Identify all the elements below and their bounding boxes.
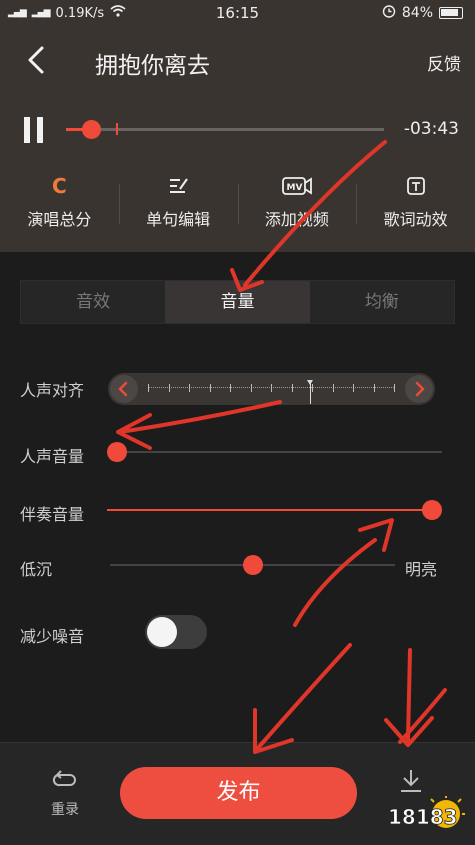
- watermark-logo: 18183: [386, 796, 466, 836]
- annotation-arrow: [118, 400, 282, 434]
- vocal-volume-label: 人声音量: [20, 447, 85, 466]
- playback-progress-knob[interactable]: [81, 120, 101, 139]
- tab-sound-effect[interactable]: 音效: [21, 281, 165, 323]
- edit-line-icon: [119, 172, 238, 200]
- tool-lyrics-effect[interactable]: 歌词动效: [356, 172, 475, 242]
- battery-percent: 84%: [401, 5, 433, 21]
- player-bar: -03:43: [0, 110, 475, 150]
- align-scale-tick: [353, 384, 354, 392]
- align-scale-tick: [189, 384, 190, 392]
- chevron-left-icon: [118, 381, 128, 397]
- svg-text:18183: 18183: [388, 805, 458, 829]
- align-scale-tick: [271, 384, 272, 392]
- song-title: 拥抱你离去: [95, 53, 210, 79]
- pause-icon: [24, 117, 30, 143]
- tone-high-label: 明亮: [405, 560, 438, 579]
- annotation-arrowhead: [358, 518, 394, 552]
- accompaniment-volume-knob[interactable]: [422, 500, 442, 520]
- align-scale: [148, 380, 395, 404]
- download-icon: [401, 770, 421, 792]
- accompaniment-volume-fill: [107, 509, 432, 511]
- annotation-arrow: [256, 643, 352, 750]
- tool-add-video[interactable]: MV 添加视频: [237, 172, 357, 242]
- tool-line-edit[interactable]: 单句编辑: [118, 172, 238, 242]
- tab-equalizer[interactable]: 均衡: [310, 281, 454, 323]
- back-button[interactable]: [22, 42, 52, 78]
- tool-score[interactable]: C 演唱总分: [0, 172, 119, 242]
- remaining-time: -03:43: [403, 119, 459, 139]
- annotation-arrow: [293, 538, 377, 627]
- align-scale-tick: [332, 384, 334, 392]
- pause-icon-bar: [37, 117, 43, 143]
- rerecord-icon: [52, 770, 76, 787]
- chevron-right-icon: [415, 381, 425, 397]
- align-scale-tick: [394, 384, 395, 392]
- svg-text:MV: MV: [286, 183, 302, 193]
- noise-reduction-toggle[interactable]: [145, 615, 207, 649]
- status-right: 84%: [382, 4, 463, 22]
- align-scale-tick: [168, 384, 170, 392]
- noise-reduction-label: 减少噪音: [20, 627, 85, 646]
- tool-label: 单句编辑: [146, 210, 211, 229]
- chevron-left-icon: [28, 46, 44, 74]
- playback-progress-slider[interactable]: [66, 120, 384, 139]
- align-scale-tick: [373, 384, 375, 392]
- annotation-arrow: [398, 688, 447, 744]
- tool-label: 演唱总分: [27, 210, 92, 229]
- tone-slider[interactable]: [110, 555, 395, 575]
- battery-icon: [439, 7, 463, 19]
- header: 拥抱你离去 反馈: [0, 36, 475, 86]
- tone-low-label: 低沉: [20, 560, 53, 579]
- playback-marker: [116, 123, 118, 135]
- align-scale-tick: [312, 384, 313, 392]
- align-scale-tick: [209, 384, 211, 392]
- tool-label: 歌词动效: [383, 210, 448, 229]
- rerecord-label: 重录: [51, 802, 79, 818]
- toggle-knob: [147, 617, 177, 647]
- effect-tabs: 音效 音量 均衡: [20, 280, 455, 324]
- tool-label: 添加视频: [264, 210, 329, 229]
- lyrics-effect-icon: [356, 172, 475, 200]
- vocal-volume-slider[interactable]: [107, 442, 442, 462]
- accompaniment-volume-label: 伴奏音量: [20, 505, 85, 524]
- publish-button[interactable]: 发布: [120, 767, 357, 819]
- align-right-button[interactable]: [405, 375, 433, 403]
- vocal-align-control[interactable]: [108, 373, 435, 405]
- tab-volume[interactable]: 音量: [165, 281, 310, 323]
- rerecord-button[interactable]: 重录: [42, 769, 88, 819]
- annotation-arrow: [406, 648, 412, 742]
- download-button[interactable]: [396, 767, 426, 797]
- status-bar: ▂▄▆ ▂▄▆ 0.19K/s 16:15 84%: [0, 0, 475, 28]
- annotation-arrowhead: [384, 716, 434, 747]
- vocal-align-label: 人声对齐: [20, 381, 85, 400]
- accompaniment-volume-slider[interactable]: [107, 500, 442, 520]
- feedback-button[interactable]: 反馈: [427, 50, 461, 75]
- pause-button[interactable]: [24, 117, 44, 143]
- alarm-icon: [382, 4, 396, 22]
- align-left-button[interactable]: [110, 375, 138, 403]
- align-scale-tick: [230, 384, 231, 392]
- vocal-volume-knob[interactable]: [107, 442, 127, 462]
- align-scale-tick: [291, 384, 293, 392]
- align-center-marker: [307, 380, 313, 404]
- align-scale-tick: [250, 384, 252, 392]
- align-scale-tick: [148, 384, 149, 392]
- tone-knob[interactable]: [242, 555, 263, 575]
- top-panel: ▂▄▆ ▂▄▆ 0.19K/s 16:15 84% 拥抱你离去 反馈 -03:4…: [0, 0, 475, 252]
- tool-bar: C 演唱总分 单句编辑 MV 添加视频 歌词动效: [0, 172, 475, 242]
- score-c-icon: C: [52, 174, 67, 198]
- mv-camera-icon: MV: [238, 172, 357, 200]
